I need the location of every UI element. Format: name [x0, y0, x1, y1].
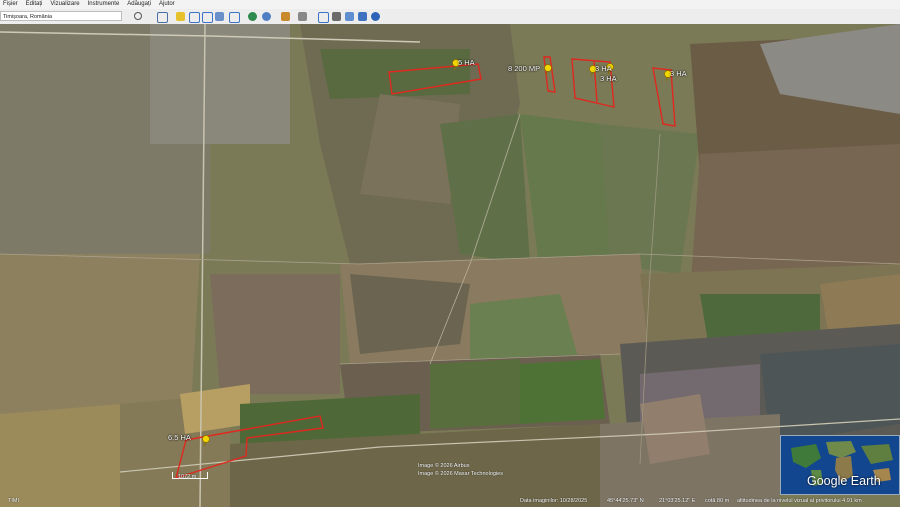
email-icon[interactable] — [318, 12, 329, 23]
menu-file[interactable]: Fișier — [3, 0, 18, 9]
elevation: cotă 80 m — [705, 498, 730, 504]
menu-add[interactable]: Adăugați — [127, 0, 151, 9]
print-icon[interactable] — [332, 12, 341, 21]
path-icon[interactable] — [202, 12, 213, 23]
satellite-imagery — [0, 24, 900, 507]
menu-bar: Fișier Editați Vizualizare Instrumente A… — [0, 0, 900, 9]
plot-label[interactable]: 8 200 MP — [508, 64, 540, 73]
google-earth-logo: Google Earth — [807, 474, 881, 488]
menu-help[interactable]: Ajutor — [159, 0, 175, 9]
plot-label[interactable]: 5 HA — [458, 58, 475, 67]
plot-label[interactable]: 3 HA — [670, 69, 687, 78]
status-bar: TIMI Data imaginilor: 10/28/2025 45°44'2… — [0, 495, 900, 507]
sunlight-icon[interactable] — [262, 12, 271, 21]
globe-overview[interactable]: Google Earth — [780, 435, 900, 495]
longitude: 21°03'25.12" E — [659, 498, 696, 504]
menu-view[interactable]: Vizualizare — [50, 0, 79, 9]
eye-altitude: altitudinea de la nivelul vizual al priv… — [737, 498, 862, 504]
historical-imagery-icon[interactable] — [248, 12, 257, 21]
latitude: 45°44'25.73" N — [607, 498, 644, 504]
placemark-pin[interactable] — [201, 435, 211, 446]
menu-edit[interactable]: Editați — [26, 0, 43, 9]
scale-label: 1072 m — [178, 474, 197, 480]
imagery-date: Data imaginilor: 10/28/2025 — [520, 498, 588, 504]
toolbar: Timișoara, România — [0, 9, 900, 25]
planets-icon[interactable] — [281, 12, 290, 21]
ruler-icon[interactable] — [298, 12, 307, 21]
placemark-icon[interactable] — [176, 12, 185, 21]
save-image-icon[interactable] — [345, 12, 354, 21]
plot-label[interactable]: 3 HA — [600, 74, 617, 83]
sidebar-toggle-icon[interactable] — [157, 12, 168, 23]
plot-label[interactable]: 3 HA — [595, 64, 612, 73]
search-icon[interactable] — [134, 12, 142, 20]
search-input[interactable]: Timișoara, România — [0, 11, 122, 21]
polygon-icon[interactable] — [189, 12, 200, 23]
menu-tools[interactable]: Instrumente — [88, 0, 120, 9]
plot-label[interactable]: 6.5 HA — [168, 433, 191, 442]
imagery-credit-maxar: Image © 2026 Maxar Technologies — [418, 471, 503, 477]
satellite-map[interactable]: 5 HA 8 200 MP 3 HA 3 HA 3 HA 6.5 HA 1072… — [0, 24, 900, 507]
placemark-pin[interactable] — [543, 64, 553, 75]
earth-icon[interactable] — [371, 12, 380, 21]
tour-icon[interactable] — [229, 12, 240, 23]
overlay-icon[interactable] — [215, 12, 224, 21]
status-left: TIMI — [8, 498, 19, 504]
imagery-credit-airbus: Image © 2026 Airbus — [418, 463, 470, 469]
imagery-credit: Image © 2026 Airbus Image © 2026 Maxar T… — [418, 462, 503, 478]
maps-icon[interactable] — [358, 12, 367, 21]
